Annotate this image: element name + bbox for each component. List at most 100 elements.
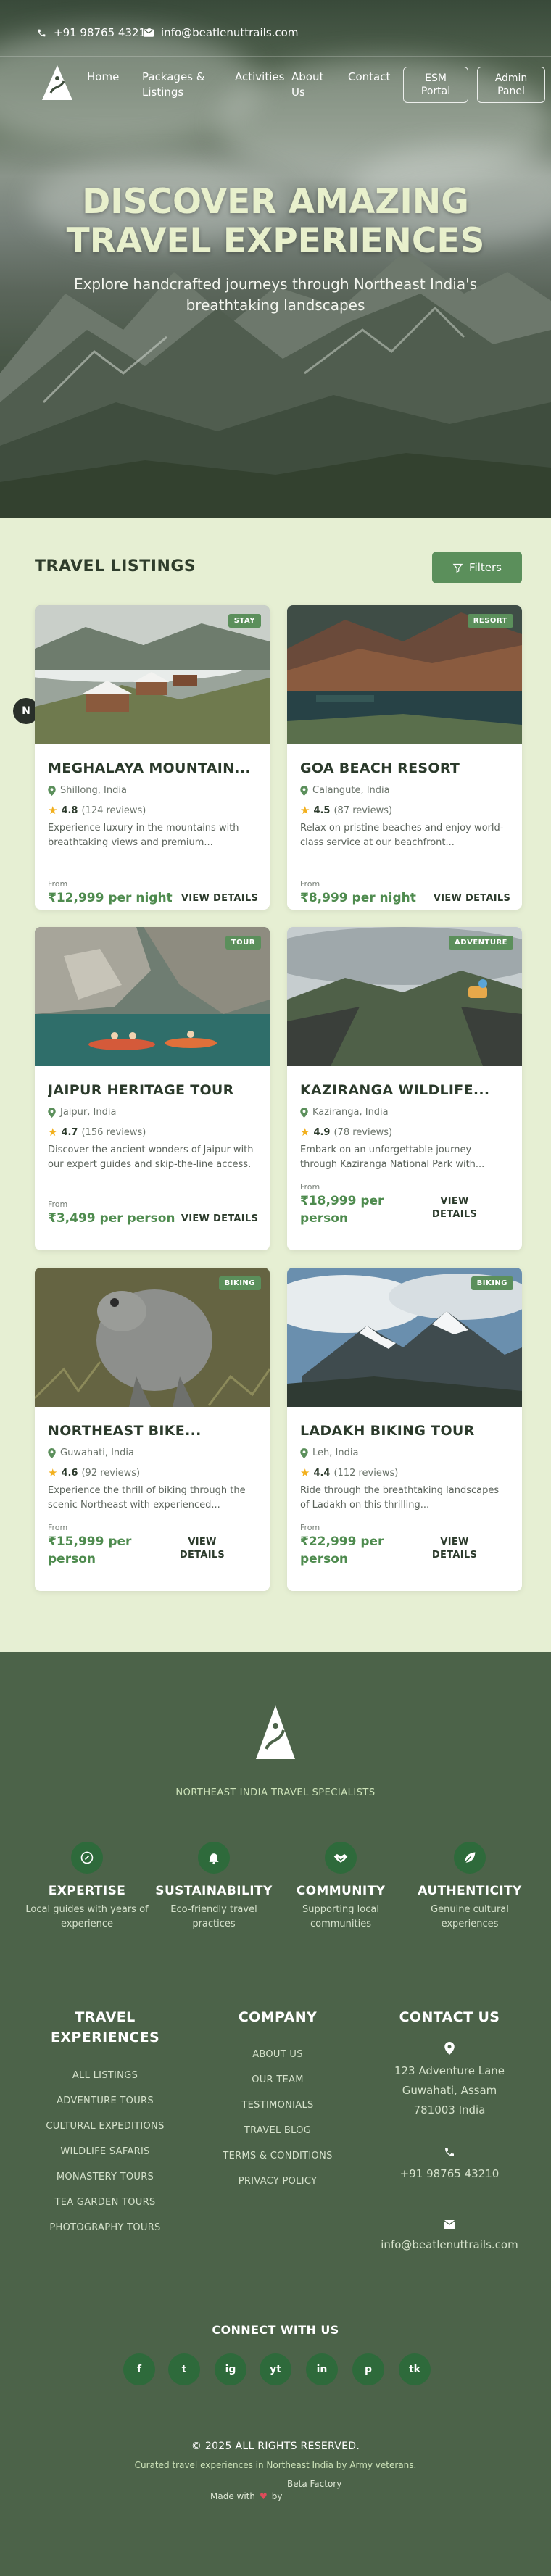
footer-link[interactable]: ALL LISTINGS: [18, 2070, 192, 2081]
listing-image: ADVENTURE: [287, 927, 522, 1066]
top-contact-bar: +91 98765 43210 info@beatlenuttrails.com: [0, 0, 551, 57]
phone-icon: [445, 2148, 454, 2156]
tiktok-icon[interactable]: tk: [399, 2353, 431, 2385]
pinterest-icon[interactable]: p: [352, 2353, 384, 2385]
listing-location: Calangute, India: [300, 785, 390, 796]
price-from-label: From: [300, 879, 320, 889]
brand-logo[interactable]: [41, 64, 74, 101]
topbar-email[interactable]: info@beatlenuttrails.com: [144, 26, 298, 39]
footer-link[interactable]: PHOTOGRAPHY TOURS: [18, 2222, 192, 2233]
footer-link[interactable]: MONASTERY TOURS: [18, 2172, 192, 2182]
esm-portal-button[interactable]: ESM Portal: [403, 67, 468, 103]
nav-home[interactable]: Home: [87, 70, 119, 85]
footer-phone[interactable]: +91 98765 43210: [387, 2145, 512, 2184]
star-icon: ★: [48, 1466, 58, 1479]
youtube-icon[interactable]: yt: [260, 2353, 291, 2385]
footer-col-travel-title: TRAVEL EXPERIENCES: [50, 2009, 160, 2045]
facebook-icon[interactable]: f: [123, 2353, 155, 2385]
filter-icon: [452, 563, 463, 573]
footer-link[interactable]: TRAVEL BLOG: [191, 2125, 365, 2136]
map-pin-icon: [444, 2042, 455, 2055]
view-details-button[interactable]: VIEW DETAILS: [177, 1536, 228, 1562]
twitter-icon[interactable]: t: [168, 2353, 200, 2385]
view-details-button[interactable]: VIEW DETAILS: [180, 1213, 260, 1226]
beta-factory-link[interactable]: Beta Factory: [287, 2479, 341, 2489]
listing-description: Embark on an unforgettable journey throu…: [300, 1144, 485, 1170]
listing-rating: ★ 4.8 (124 reviews): [48, 804, 146, 817]
footer-col-contact-title: CONTACT US: [399, 2009, 500, 2025]
map-pin-icon: [48, 1447, 56, 1458]
instagram-icon[interactable]: ig: [215, 2353, 246, 2385]
filters-button[interactable]: Filters: [432, 552, 522, 583]
listing-tag: STAY: [228, 614, 261, 628]
footer-link[interactable]: TEA GARDEN TOURS: [18, 2197, 192, 2208]
footer-link[interactable]: PRIVACY POLICY: [191, 2176, 365, 2187]
listing-title[interactable]: NORTHEAST BIKE...: [48, 1423, 258, 1439]
listing-tag: ADVENTURE: [449, 936, 513, 950]
listing-title[interactable]: KAZIRANGA WILDLIFE...: [300, 1082, 510, 1098]
topbar-phone[interactable]: +91 98765 43210: [36, 26, 153, 39]
view-details-button[interactable]: VIEW DETAILS: [429, 1536, 480, 1562]
listing-title[interactable]: MEGHALAYA MOUNTAIN...: [48, 760, 258, 776]
price-from-label: From: [300, 1523, 320, 1532]
footer-link[interactable]: ABOUT US: [191, 2049, 365, 2060]
listing-location: Kaziranga, India: [300, 1107, 389, 1118]
listing-card[interactable]: BIKING LADAKH BIKING TOUR Leh, India ★ 4…: [287, 1268, 522, 1591]
footer-link[interactable]: TERMS & CONDITIONS: [191, 2151, 365, 2161]
listing-price: ₹12,999 per night: [48, 891, 173, 905]
map-pin-icon: [48, 1107, 56, 1118]
map-pin-icon: [300, 1447, 308, 1458]
listing-tag: BIKING: [218, 1276, 261, 1290]
footer-logo[interactable]: [254, 1704, 297, 1762]
hero-title: DISCOVER AMAZING TRAVEL EXPERIENCES: [66, 182, 485, 261]
bell-icon: [198, 1842, 230, 1874]
footer-link[interactable]: TESTIMONIALS: [191, 2100, 365, 2111]
listing-card[interactable]: RESORT GOA BEACH RESORT Calangute, India…: [287, 605, 522, 910]
listing-title[interactable]: LADAKH BIKING TOUR: [300, 1423, 510, 1439]
footer-link[interactable]: OUR TEAM: [191, 2074, 365, 2085]
listings-section: TRAVEL LISTINGS Filters N STAY MEGHALAYA…: [0, 518, 551, 1652]
leaf-icon: [454, 1842, 486, 1874]
listing-rating: ★ 4.6 (92 reviews): [48, 1466, 141, 1479]
listing-card[interactable]: TOUR JAIPUR HERITAGE TOUR Jaipur, India …: [35, 927, 270, 1250]
view-details-button[interactable]: VIEW DETAILS: [429, 1195, 480, 1221]
listing-title[interactable]: GOA BEACH RESORT: [300, 760, 510, 776]
price-from-label: From: [300, 1182, 320, 1192]
nav-packages-listings[interactable]: Packages & Listings: [142, 70, 207, 100]
listing-location: Leh, India: [300, 1447, 358, 1458]
linkedin-icon[interactable]: in: [306, 2353, 338, 2385]
copyright-text: © 2025 ALL RIGHTS RESERVED.: [191, 2440, 360, 2452]
listing-price: ₹15,999 per person: [48, 1534, 132, 1566]
star-icon: ★: [48, 804, 58, 817]
footer-link[interactable]: CULTURAL EXPEDITIONS: [18, 2121, 192, 2132]
footer-email[interactable]: info@beatlenuttrails.com: [362, 2216, 536, 2255]
view-details-button[interactable]: VIEW DETAILS: [432, 892, 512, 905]
mail-icon: [444, 2220, 455, 2229]
nav-about-us[interactable]: About Us: [291, 70, 331, 100]
map-pin-icon: [300, 1107, 308, 1118]
mail-icon: [144, 28, 154, 38]
heart-icon: ♥: [259, 2491, 268, 2501]
listing-card[interactable]: BIKING NORTHEAST BIKE... Guwahati, India…: [35, 1268, 270, 1591]
map-pin-icon: [300, 785, 308, 796]
feature-authenticity: AUTHENTICITY Genuine cultural experience…: [405, 1842, 535, 1932]
footer-link[interactable]: ADVENTURE TOURS: [18, 2095, 192, 2106]
footer-tagline: NORTHEAST INDIA TRAVEL SPECIALISTS: [175, 1787, 376, 1798]
nav-activities[interactable]: Activities: [235, 70, 284, 85]
hero-section: +91 98765 43210 info@beatlenuttrails.com…: [0, 0, 551, 518]
listing-card[interactable]: ADVENTURE KAZIRANGA WILDLIFE... Kazirang…: [287, 927, 522, 1250]
listing-title[interactable]: JAIPUR HERITAGE TOUR: [48, 1082, 258, 1098]
star-icon: ★: [300, 804, 310, 817]
footer-address: 123 Adventure Lane Guwahati, Assam 78100…: [387, 2042, 512, 2120]
price-from-label: From: [48, 879, 68, 889]
nav-contact[interactable]: Contact: [348, 70, 390, 85]
listing-description: Experience the thrill of biking through …: [48, 1485, 246, 1511]
listing-image: BIKING: [35, 1268, 270, 1407]
map-pin-icon: [48, 785, 56, 796]
footer-link[interactable]: WILDLIFE SAFARIS: [18, 2146, 192, 2157]
listing-price: ₹8,999 per night: [300, 891, 416, 905]
view-details-button[interactable]: VIEW DETAILS: [180, 892, 260, 905]
listing-card[interactable]: STAY MEGHALAYA MOUNTAIN... Shillong, Ind…: [35, 605, 270, 910]
site-footer: NORTHEAST INDIA TRAVEL SPECIALISTS EXPER…: [0, 1652, 551, 2576]
admin-panel-button[interactable]: Admin Panel: [477, 67, 545, 103]
